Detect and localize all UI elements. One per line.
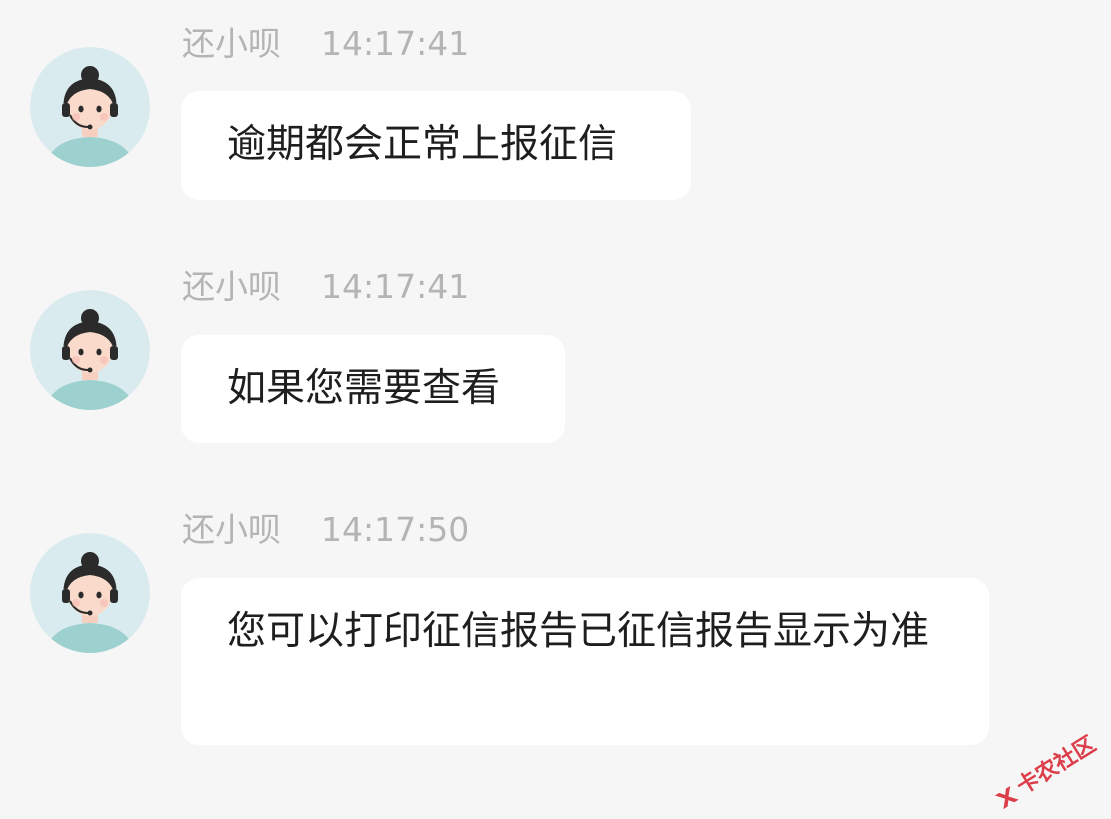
site-watermark: 卡农社区 — [987, 727, 1101, 815]
message-text: 如果您需要查看 — [227, 366, 501, 411]
message-time: 14:17:41 — [321, 267, 470, 306]
sender-name: 还小呗 — [182, 510, 281, 549]
message-meta: 还小呗 14:17:41 — [182, 24, 469, 64]
message-time: 14:17:41 — [321, 24, 470, 63]
agent-avatar-icon[interactable] — [30, 47, 150, 167]
agent-avatar-icon[interactable] — [30, 533, 150, 653]
agent-avatar-icon[interactable] — [30, 290, 150, 410]
message-meta: 还小呗 14:17:41 — [182, 267, 469, 307]
watermark-text: 卡农社区 — [1012, 731, 1101, 800]
message-bubble[interactable]: 如果您需要查看 — [181, 335, 565, 443]
sender-name: 还小呗 — [182, 24, 281, 63]
message-bubble[interactable]: 您可以打印征信报告已征信报告显示为准 — [181, 578, 989, 745]
message-bubble[interactable]: 逾期都会正常上报征信 — [181, 91, 691, 200]
message-text: 逾期都会正常上报征信 — [227, 122, 618, 167]
message-time: 14:17:50 — [321, 510, 470, 549]
sender-name: 还小呗 — [182, 267, 281, 306]
message-text: 您可以打印征信报告已征信报告显示为准 — [227, 609, 930, 654]
message-meta: 还小呗 14:17:50 — [182, 510, 469, 550]
